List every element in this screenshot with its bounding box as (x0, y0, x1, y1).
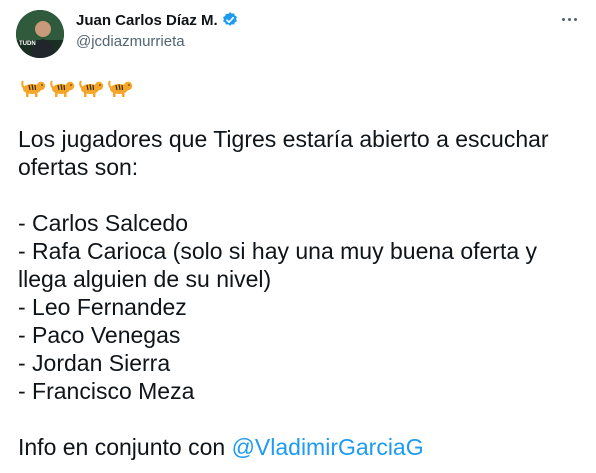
player-item: - Paco Venegas (18, 322, 181, 348)
more-options-icon[interactable] (554, 8, 584, 30)
tiger-icon (21, 80, 46, 97)
avatar-photo: TUDN (16, 10, 64, 58)
display-name[interactable]: Juan Carlos Díaz M. (76, 12, 218, 29)
mention-link[interactable]: @VladimirGarciaG (232, 434, 424, 460)
author-block: Juan Carlos Díaz M. @jcdiazmurrieta (76, 10, 239, 50)
avatar[interactable]: TUDN (16, 10, 64, 58)
tiger-icon (108, 80, 133, 97)
verified-badge-icon (221, 11, 239, 29)
footer-line: Info en conjunto con @VladimirGarciaG (18, 433, 578, 461)
footer-prefix: Info en conjunto con (18, 434, 232, 460)
name-row: Juan Carlos Díaz M. (76, 10, 239, 30)
intro-line: ofertas son: (18, 154, 139, 180)
player-item: - Jordan Sierra (18, 350, 171, 376)
user-handle[interactable]: @jcdiazmurrieta (76, 33, 239, 50)
player-item: - Leo Fernandez (18, 294, 187, 320)
tiger-icon (50, 80, 75, 97)
tweet-card: TUDN Juan Carlos Díaz M. @jcdiazmurrieta (0, 0, 596, 473)
avatar-badge: TUDN (19, 41, 36, 47)
player-item: - Francisco Meza (18, 378, 195, 404)
intro-line: Los jugadores que Tigres estaría abierto… (18, 126, 549, 152)
player-item: llega alguien de su nivel) (18, 266, 272, 292)
player-item: - Carlos Salcedo (18, 210, 189, 236)
player-item: - Rafa Carioca (solo si hay una muy buen… (18, 238, 538, 264)
emoji-row (20, 78, 133, 98)
tweet-text: Los jugadores que Tigres estaría abierto… (18, 125, 578, 461)
tiger-icon (79, 80, 104, 97)
